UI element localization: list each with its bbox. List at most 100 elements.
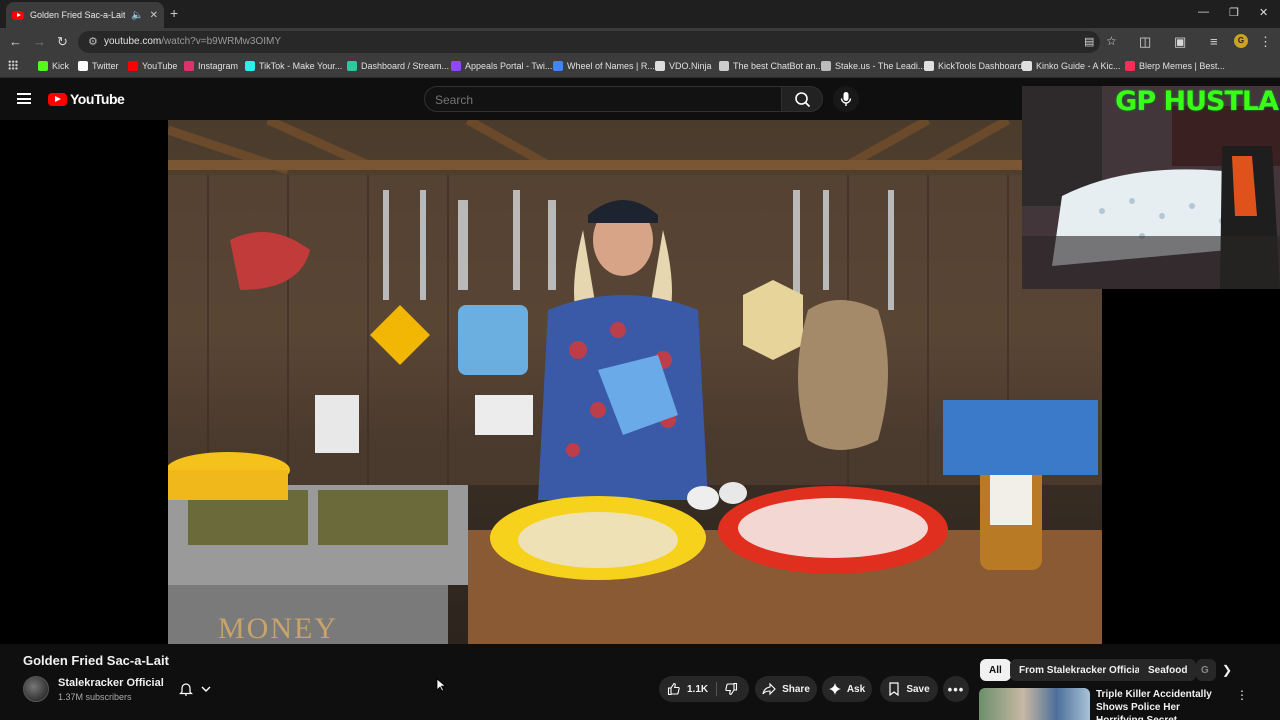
url-host: youtube.com — [104, 36, 162, 47]
share-button[interactable]: Share — [755, 676, 817, 702]
media-control-icon[interactable]: ≡ — [1210, 34, 1218, 50]
video-frame[interactable]: MONEY — [168, 120, 1102, 644]
subscriber-count: 1.37M subscribers — [58, 692, 132, 702]
bookmark-item[interactable]: KickTools Dashboard — [924, 61, 1023, 71]
bookmark-label: TikTok - Make Your... — [259, 61, 343, 71]
bookmark-favicon-icon — [38, 61, 48, 71]
bookmark-item[interactable]: Dashboard / Stream... — [347, 61, 449, 71]
bookmark-favicon-icon — [184, 61, 194, 71]
bookmark-label: The best ChatBot an... — [733, 61, 824, 71]
microphone-icon — [840, 92, 852, 106]
voice-search-button[interactable] — [833, 86, 859, 112]
bookmark-star-icon[interactable]: ☆ — [1106, 33, 1117, 49]
restore-icon[interactable]: ❐ — [1229, 6, 1239, 19]
hamburger-menu-icon[interactable] — [17, 93, 31, 104]
bookmark-label: KickTools Dashboard — [938, 61, 1023, 71]
apps-grid-icon[interactable] — [8, 60, 18, 70]
bookmark-favicon-icon — [128, 61, 138, 71]
video-title: Golden Fried Sac-a-Lait — [23, 653, 169, 668]
chip-all[interactable]: All — [980, 659, 1011, 681]
dislike-button[interactable] — [722, 680, 742, 698]
extensions-icon[interactable]: ◫ — [1139, 34, 1151, 50]
bookmark-item[interactable]: Stake.us - The Leadi... — [821, 61, 925, 71]
bookmark-item[interactable]: TikTok - Make Your... — [245, 61, 342, 71]
recommendation-thumbnail[interactable] — [979, 688, 1090, 720]
chip-seafood[interactable]: Seafood — [1139, 659, 1197, 681]
youtube-logo[interactable]: YouTube — [48, 91, 125, 107]
bookmark-item[interactable]: Wheel of Names | R... — [553, 61, 655, 71]
new-tab-button[interactable]: + — [170, 5, 178, 21]
bookmark-label: Wheel of Names | R... — [567, 61, 655, 71]
ask-label: Ask — [846, 683, 866, 695]
bookmark-label: Instagram — [198, 61, 239, 71]
search-button[interactable] — [781, 86, 823, 112]
close-window-icon[interactable]: ✕ — [1259, 6, 1268, 19]
bookmark-item[interactable]: YouTube — [128, 61, 177, 71]
more-vertical-icon[interactable]: ⋮ — [1236, 688, 1248, 702]
cast-icon[interactable]: ▣ — [1174, 34, 1186, 50]
more-actions-button[interactable]: ••• — [943, 676, 969, 702]
bookmark-favicon-icon — [655, 61, 665, 71]
forward-icon[interactable]: → — [33, 34, 46, 50]
site-info-icon[interactable]: ⚙ — [88, 35, 98, 48]
youtube-logo-text: YouTube — [70, 91, 125, 107]
tab-title: Golden Fried Sac-a-Lait - Yo — [30, 10, 126, 20]
bookmark-label: Kinko Guide - A Kic... — [1036, 61, 1121, 71]
channel-name[interactable]: Stalekracker Official — [58, 677, 164, 689]
like-divider — [716, 682, 717, 696]
youtube-play-logo-icon — [48, 92, 67, 106]
recommendation-title[interactable]: Triple Killer Accidentally Shows Police … — [1096, 688, 1226, 720]
bookmark-favicon-icon — [245, 61, 255, 71]
browser-tab[interactable]: Golden Fried Sac-a-Lait - Yo 🔈 ✕ — [6, 2, 164, 28]
address-bar[interactable]: ⚙ youtube.com/watch?v=b9WRMw3OIMY ▤ ☆ — [78, 31, 1117, 53]
search-input[interactable] — [435, 93, 765, 107]
url-path: /watch?v=b9WRMw3OIMY — [161, 36, 282, 47]
minimize-icon[interactable]: — — [1198, 6, 1209, 18]
bookmark-icon — [889, 682, 899, 696]
bookmark-item[interactable]: Instagram — [184, 61, 238, 71]
save-label: Save — [906, 683, 930, 695]
bell-icon — [179, 683, 193, 696]
back-icon[interactable]: ← — [9, 34, 22, 50]
chevron-right-icon[interactable]: ❯ — [1222, 663, 1232, 677]
chip-from-channel[interactable]: From Stalekracker Official — [1010, 659, 1152, 681]
bookmark-item[interactable]: Twitter — [78, 61, 119, 71]
bookmark-label: Dashboard / Stream... — [361, 61, 450, 71]
share-icon — [762, 682, 776, 696]
bookmark-favicon-icon — [78, 61, 88, 71]
sparkle-icon — [828, 683, 841, 695]
reload-icon[interactable]: ↻ — [57, 34, 68, 50]
bookmark-favicon-icon — [451, 61, 461, 71]
bookmark-favicon-icon — [347, 61, 357, 71]
ask-button[interactable]: Ask — [822, 676, 872, 702]
bookmark-favicon-icon — [553, 61, 563, 71]
bookmark-label: VDO.Ninja — [669, 61, 712, 71]
share-label: Share — [782, 683, 810, 695]
video-scene-image: MONEY — [168, 120, 1102, 644]
bookmark-item[interactable]: Kick — [38, 61, 69, 71]
bookmark-label: YouTube — [142, 61, 178, 71]
browser-menu-icon[interactable]: ⋮ — [1259, 34, 1272, 50]
thumbs-down-icon — [725, 682, 738, 696]
save-button[interactable]: Save — [880, 676, 938, 702]
bookmark-label: Blerp Memes | Best... — [1139, 61, 1225, 71]
install-app-icon[interactable]: ▤ — [1084, 34, 1094, 50]
close-tab-icon[interactable]: ✕ — [150, 10, 158, 21]
bookmark-item[interactable]: Appeals Portal - Twi... — [451, 61, 552, 71]
profile-avatar[interactable]: G — [1234, 34, 1248, 48]
browser-tab-bar: Golden Fried Sac-a-Lait - Yo 🔈 ✕ + — ❐ ✕ — [0, 0, 1280, 28]
chip-partial[interactable]: G — [1196, 659, 1216, 681]
channel-avatar[interactable] — [23, 676, 49, 702]
bookmark-item[interactable]: Blerp Memes | Best... — [1125, 61, 1225, 71]
notification-bell-button[interactable] — [168, 676, 222, 702]
bookmark-favicon-icon — [1125, 61, 1135, 71]
youtube-favicon-icon — [12, 10, 24, 20]
bookmark-item[interactable]: VDO.Ninja — [655, 61, 712, 71]
bookmark-label: Twitter — [92, 61, 119, 71]
bookmark-favicon-icon — [924, 61, 934, 71]
thumbs-up-icon — [667, 682, 680, 696]
speaker-icon[interactable]: 🔈 — [131, 10, 143, 21]
streamer-camera-overlay: GP HUSTLA — [1022, 86, 1280, 289]
bookmark-item[interactable]: Kinko Guide - A Kic... — [1022, 61, 1121, 71]
bookmark-item[interactable]: The best ChatBot an... — [719, 61, 823, 71]
